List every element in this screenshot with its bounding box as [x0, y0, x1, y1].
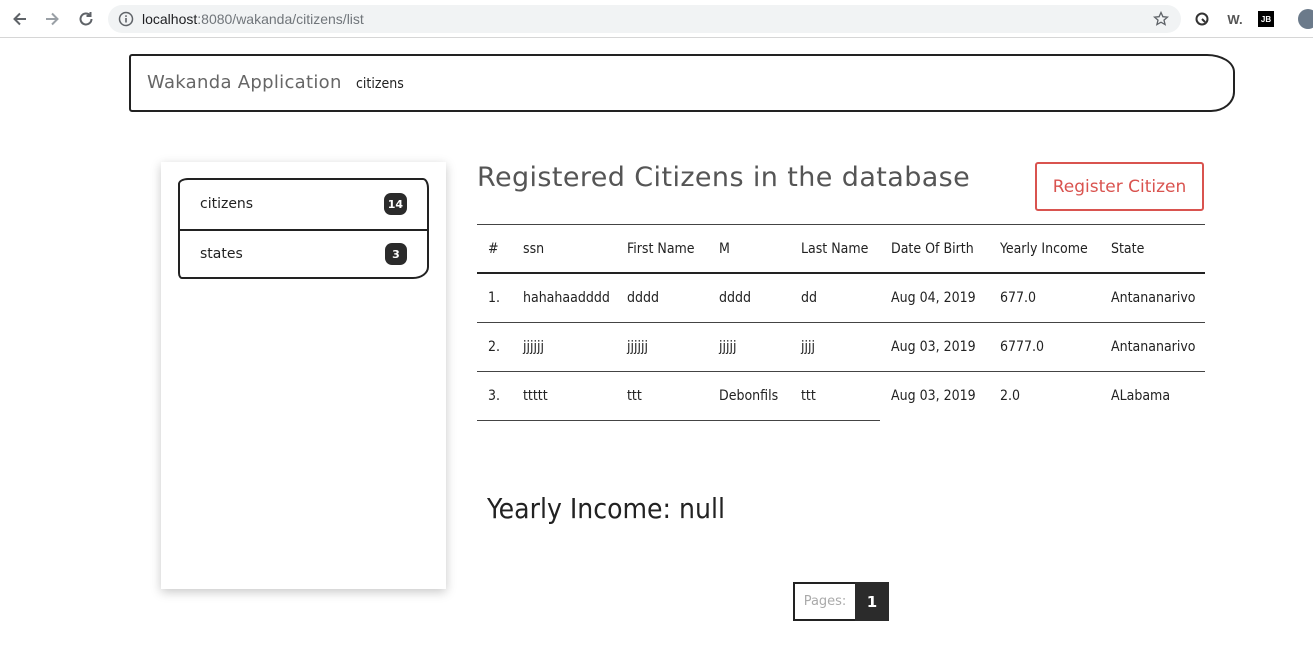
page-button-1[interactable]: 1 — [855, 582, 889, 621]
register-citizen-button[interactable]: Register Citizen — [1035, 162, 1204, 211]
column-header-first-name: First Name — [627, 241, 695, 257]
table-cell: Antananarivo — [1111, 290, 1196, 306]
sidebar-card: citizens 14 states 3 — [161, 162, 446, 589]
count-badge: 3 — [385, 243, 407, 265]
table-cell: 3. — [488, 388, 501, 404]
sidebar-item-label: states — [200, 246, 243, 262]
table-cell: 2. — [488, 339, 501, 355]
extension-w-icon[interactable]: W. — [1225, 9, 1245, 29]
pages-label: Pages: — [793, 582, 855, 621]
column-header-middle-name: M — [719, 241, 730, 257]
table-cell: hahahaadddd — [523, 290, 610, 306]
forward-arrow-icon[interactable] — [42, 9, 62, 29]
table-cell: 6777.0 — [1000, 339, 1045, 355]
browser-toolbar: localhost:8080/wakanda/citizens/list W. … — [0, 0, 1313, 38]
app-navbar: Wakanda Application citizens — [129, 54, 1235, 112]
sidebar-list: citizens 14 states 3 — [178, 178, 429, 279]
table-cell: dddd — [719, 290, 751, 306]
column-header-yearly-income: Yearly Income — [1000, 241, 1088, 257]
pagination: Pages: 1 — [793, 582, 889, 621]
column-header-date-of-birth: Date Of Birth — [891, 241, 974, 257]
profile-avatar[interactable] — [1298, 9, 1313, 29]
table-header-row: # ssn First Name M Last Name Date Of Bir… — [477, 224, 1205, 274]
table-cell: jjjj — [801, 339, 815, 355]
table-row: 1. hahahaadddd dddd dddd dd Aug 04, 2019… — [477, 274, 1205, 323]
column-header-state: State — [1111, 241, 1145, 257]
page-title: Registered Citizens in the database — [477, 162, 971, 193]
count-badge: 14 — [383, 193, 407, 215]
table-cell: 1. — [488, 290, 501, 306]
table-cell: ttt — [627, 388, 642, 404]
address-bar[interactable]: localhost:8080/wakanda/citizens/list — [108, 5, 1181, 33]
table-cell: jjjjj — [719, 339, 737, 355]
brand-link[interactable]: Wakanda Application — [147, 72, 342, 93]
table-cell: 2.0 — [1000, 388, 1021, 404]
info-icon[interactable] — [118, 11, 134, 27]
table-cell: dddd — [627, 290, 659, 306]
sidebar-item-citizens[interactable]: citizens 14 — [180, 180, 427, 231]
sidebar-item-states[interactable]: states 3 — [180, 230, 427, 279]
column-header-index: # — [488, 241, 499, 257]
url-text: localhost:8080/wakanda/citizens/list — [142, 11, 364, 27]
reload-icon[interactable] — [76, 9, 96, 29]
extension-sync-icon[interactable] — [1192, 9, 1212, 29]
table-cell: Aug 04, 2019 — [891, 290, 976, 306]
table-cell: ttt — [801, 388, 816, 404]
table-cell: ttttt — [523, 388, 548, 404]
column-header-ssn: ssn — [523, 241, 545, 257]
table-cell: jjjjjj — [627, 339, 648, 355]
yearly-income-summary: Yearly Income: null — [487, 492, 725, 525]
table-cell: jjjjjj — [523, 339, 544, 355]
extension-jb-icon[interactable]: JB — [1258, 11, 1274, 27]
back-arrow-icon[interactable] — [10, 9, 30, 29]
column-header-last-name: Last Name — [801, 241, 869, 257]
table-row: 3. ttttt ttt Debonfils ttt Aug 03, 2019 … — [477, 372, 1205, 421]
table-row: 2. jjjjjj jjjjjj jjjjj jjjj Aug 03, 2019… — [477, 323, 1205, 372]
table-cell: Debonfils — [719, 388, 779, 404]
table-cell: ALabama — [1111, 388, 1171, 404]
table-cell: Aug 03, 2019 — [891, 339, 976, 355]
sidebar-item-label: citizens — [200, 196, 254, 212]
table-cell: dd — [801, 290, 817, 306]
row-divider — [477, 420, 880, 421]
nav-link-citizens[interactable]: citizens — [356, 76, 404, 92]
table-cell: Aug 03, 2019 — [891, 388, 976, 404]
bookmark-star-icon[interactable] — [1153, 11, 1169, 27]
table-cell: Antananarivo — [1111, 339, 1196, 355]
table-cell: 677.0 — [1000, 290, 1037, 306]
